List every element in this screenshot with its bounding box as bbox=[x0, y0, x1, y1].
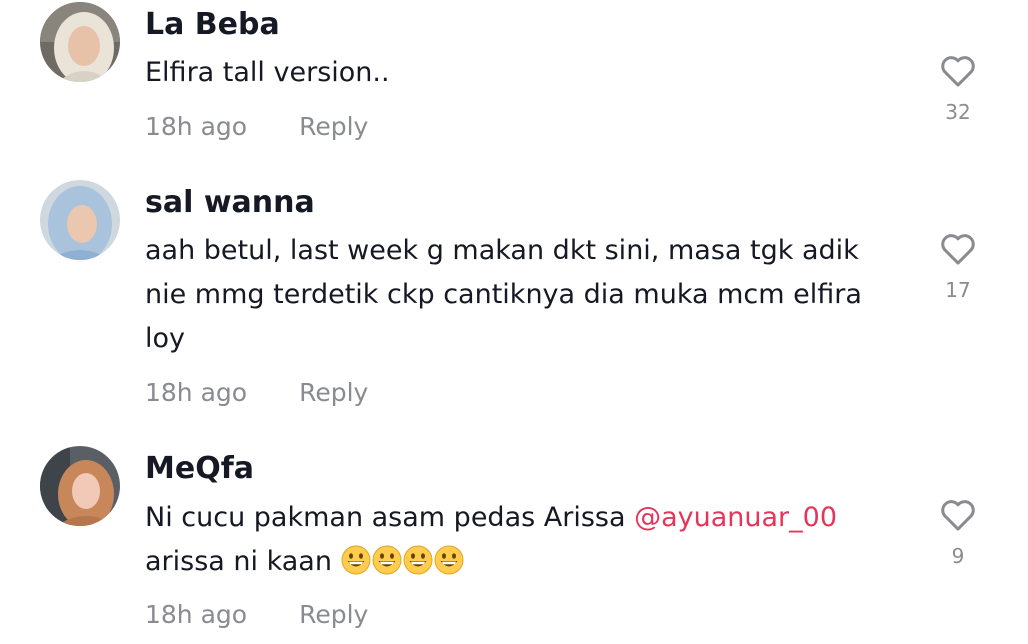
like-count: 9 bbox=[951, 544, 965, 568]
avatar[interactable] bbox=[40, 446, 120, 526]
mention-link[interactable]: @ayuanuar_00 bbox=[634, 502, 837, 533]
grinning-face-icon bbox=[434, 545, 464, 575]
comment-text-part: Ni cucu pakman asam pedas Arissa bbox=[145, 502, 635, 533]
comment-text-part: arissa ni kaan bbox=[145, 546, 341, 577]
comment-meta: 18h ago Reply bbox=[145, 600, 368, 630]
comment-username[interactable]: MeQfa bbox=[145, 449, 254, 489]
reply-button[interactable]: Reply bbox=[299, 600, 368, 629]
comment-timestamp: 18h ago bbox=[145, 600, 248, 629]
grinning-face-icon bbox=[372, 545, 402, 575]
comment-item: MeQfa Ni cucu pakman asam pedas Arissa @… bbox=[0, 0, 1028, 644]
emoji-group bbox=[341, 545, 465, 577]
grinning-face-icon bbox=[403, 545, 433, 575]
grinning-face-icon bbox=[341, 545, 371, 575]
like-button[interactable]: 9 bbox=[936, 496, 980, 568]
comment-text: Ni cucu pakman asam pedas Arissa @ayuanu… bbox=[145, 496, 890, 584]
heart-outline-icon[interactable] bbox=[936, 496, 980, 532]
